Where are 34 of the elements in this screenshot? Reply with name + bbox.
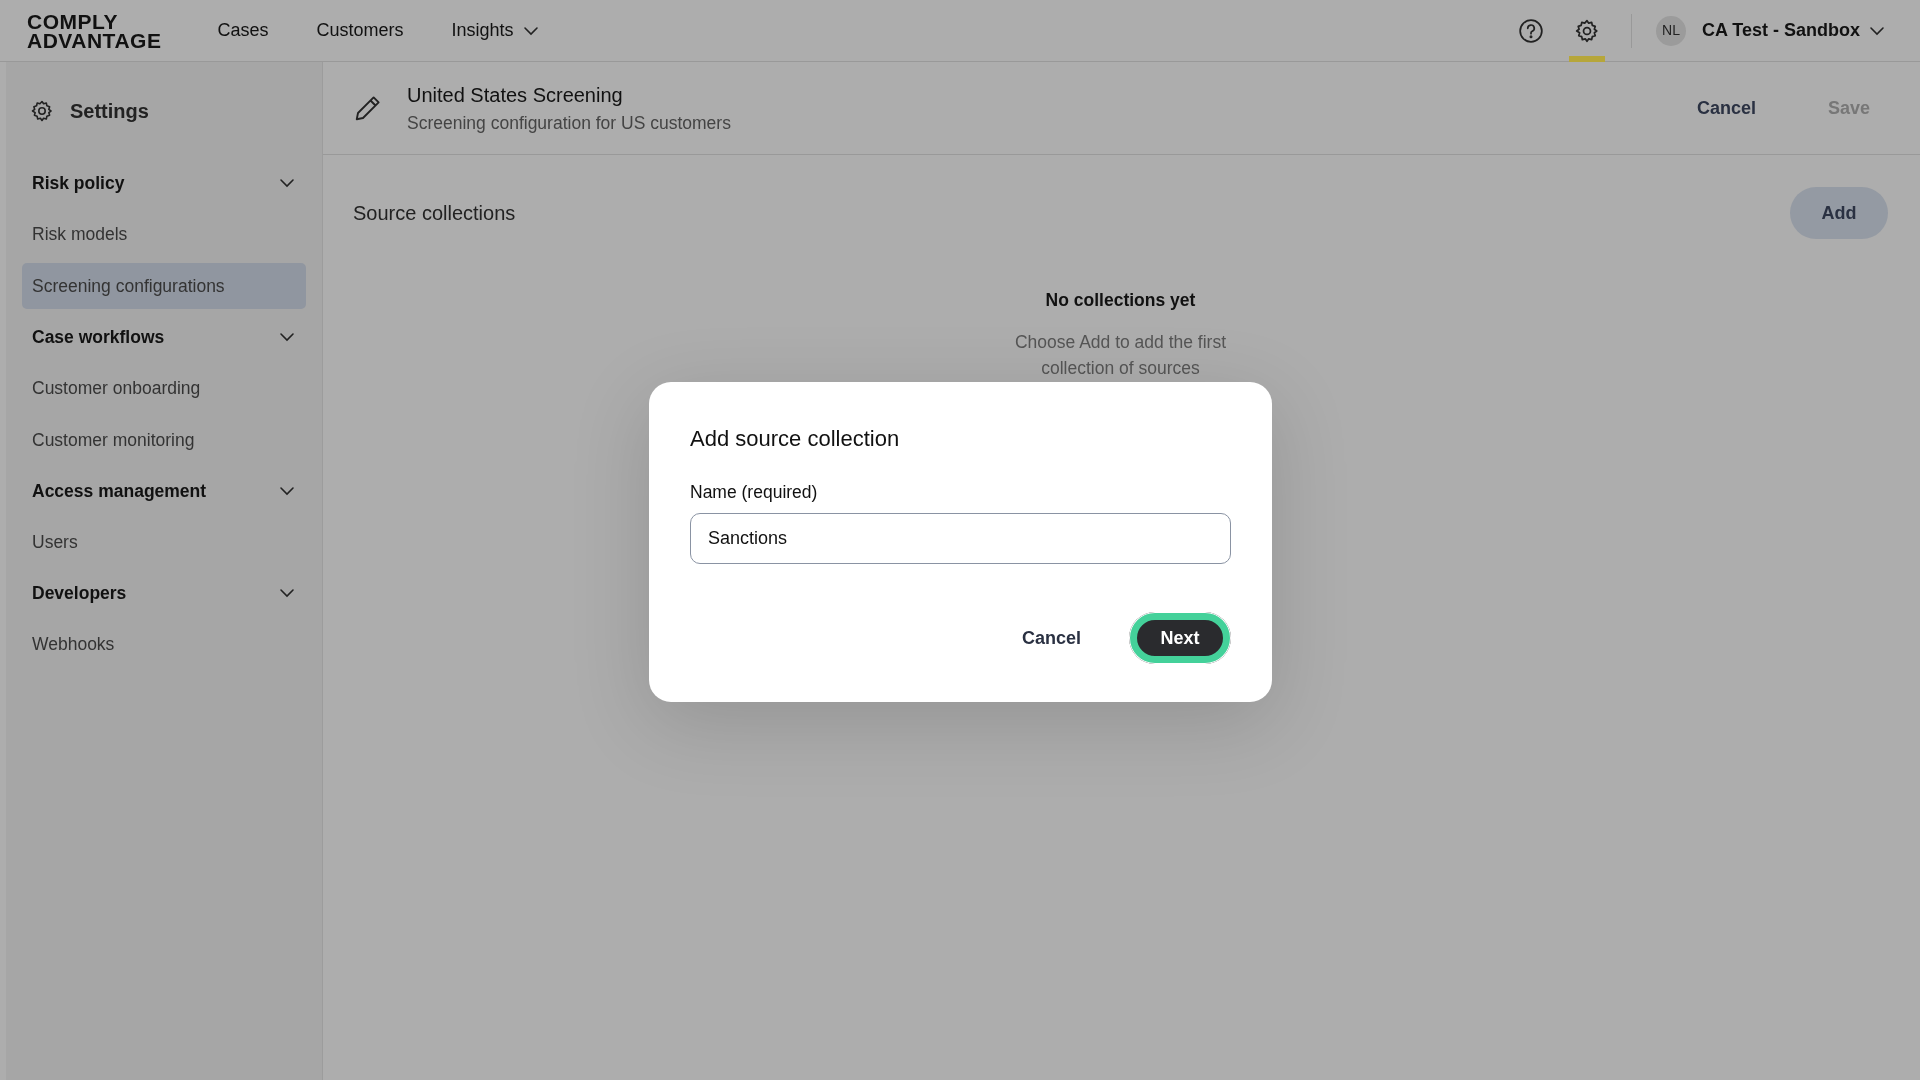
sidebar-item[interactable]: Webhooks: [22, 618, 306, 670]
page-subtitle: Screening configuration for US customers: [407, 111, 731, 135]
help-icon: [1518, 17, 1544, 44]
add-button[interactable]: Add: [1790, 187, 1888, 239]
pencil-icon: [353, 93, 383, 123]
sidebar-item[interactable]: Customer onboarding: [22, 362, 306, 414]
field-label: Name (required): [690, 481, 819, 504]
name-field[interactable]: Sanctions: [690, 513, 1231, 565]
sidebar-item[interactable]: Customer monitoring: [22, 414, 306, 466]
cancel-button[interactable]: Cancel: [1696, 94, 1756, 122]
sidebar-group[interactable]: Risk policy: [22, 158, 306, 208]
logo-text: ADVANTAGE: [27, 30, 162, 50]
logo-text: COMPLY: [27, 11, 119, 31]
empty-title: No collections yet: [1045, 289, 1196, 312]
next-button[interactable]: Next: [1129, 612, 1231, 665]
sidebar-group[interactable]: Developers: [22, 568, 306, 618]
sidebar-group[interactable]: Case workflows: [22, 312, 306, 362]
sidebar-item[interactable]: Users: [22, 516, 306, 568]
modal-title: Add source collection: [690, 425, 901, 453]
sidebar-group[interactable]: Access management: [22, 466, 306, 516]
nav-link[interactable]: Cases: [217, 17, 269, 44]
sidebar-item[interactable]: Risk models: [22, 208, 306, 260]
empty-message: Choose Add to add the first collection of sources: [1013, 331, 1228, 381]
avatar: NL: [1656, 15, 1686, 46]
page-title: United States Screening: [407, 82, 624, 108]
sidebar-title: Settings: [70, 99, 149, 124]
cancel-button[interactable]: Cancel: [1021, 624, 1081, 652]
section-title: Source collections: [353, 201, 516, 226]
settings-icon: [1574, 17, 1600, 44]
settings-icon: [30, 99, 54, 123]
nav-link[interactable]: Insights: [451, 17, 540, 44]
account-menu[interactable]: CA Test - Sandbox: [1702, 17, 1886, 44]
sidebar-item[interactable]: Screening configurations: [22, 263, 306, 309]
nav-link[interactable]: Customers: [316, 17, 404, 44]
